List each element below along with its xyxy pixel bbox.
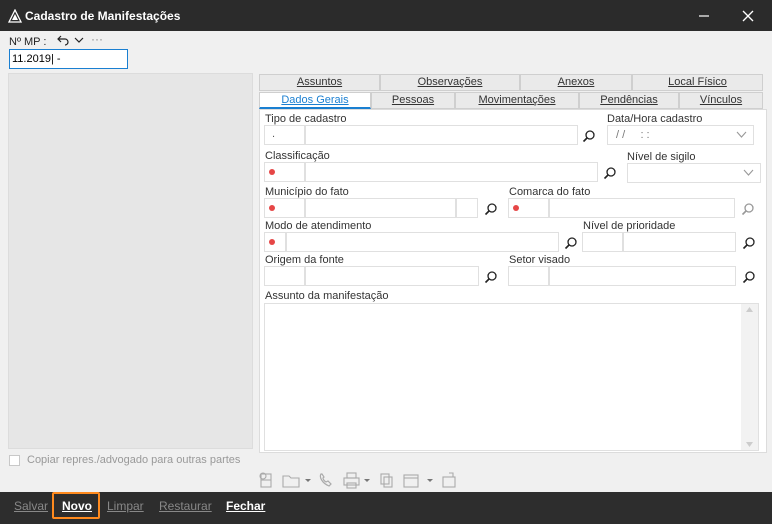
copy-icon[interactable]: [380, 473, 393, 488]
comarca-field[interactable]: [549, 198, 735, 218]
tipo-cadastro-code-value: .: [272, 128, 276, 140]
data-hora-field[interactable]: / / : :: [607, 125, 754, 145]
toolbar-icons: [259, 472, 456, 489]
mp-number-input[interactable]: 11.2019| -: [9, 49, 128, 69]
printer-icon[interactable]: [343, 472, 360, 489]
municipio-field[interactable]: [305, 198, 456, 218]
setor-visado-label: Setor visado: [509, 254, 571, 266]
search-icon[interactable]: [582, 129, 596, 143]
data-hora-value: / / : :: [616, 129, 650, 141]
tipo-cadastro-field[interactable]: [305, 125, 578, 145]
minimize-icon: [699, 15, 709, 17]
tab-dados-gerais[interactable]: Dados Gerais: [259, 92, 371, 109]
tipo-cadastro-label: Tipo de cadastro: [265, 113, 347, 125]
chevron-down-icon[interactable]: [364, 479, 370, 482]
nivel-prioridade-field[interactable]: [623, 232, 736, 252]
classificacao-field[interactable]: [305, 162, 598, 182]
search-icon[interactable]: [742, 270, 756, 284]
search-icon[interactable]: [741, 202, 755, 216]
comarca-label: Comarca do fato: [509, 186, 591, 198]
limpar-button[interactable]: Limpar: [107, 499, 144, 513]
municipio-code-field[interactable]: [264, 198, 305, 218]
copy-representative-checkbox[interactable]: [9, 455, 20, 466]
export-icon[interactable]: [442, 472, 456, 488]
classificacao-code-field[interactable]: [264, 162, 305, 182]
tab-assuntos[interactable]: Assuntos: [259, 74, 380, 91]
comarca-code-field[interactable]: [508, 198, 549, 218]
data-hora-label: Data/Hora cadastro: [607, 113, 703, 125]
tipo-cadastro-code-field[interactable]: .: [264, 125, 305, 145]
tab-vinculos[interactable]: Vínculos: [679, 92, 763, 109]
mp-label: Nº MP :: [9, 36, 47, 48]
tab-pendencias[interactable]: Pendências: [579, 92, 679, 109]
close-icon: [742, 10, 754, 22]
phone-icon[interactable]: [319, 473, 332, 487]
assunto-label: Assunto da manifestação: [265, 290, 389, 302]
more-icon[interactable]: ···: [91, 32, 103, 46]
prioridade-code-field[interactable]: [582, 232, 623, 252]
restaurar-button[interactable]: Restaurar: [159, 499, 212, 513]
search-icon[interactable]: [564, 236, 578, 250]
chevron-down-icon: [736, 131, 747, 138]
required-marker: [269, 239, 275, 245]
search-icon[interactable]: [484, 202, 498, 216]
chevron-down-icon[interactable]: [73, 34, 85, 46]
tab-anexos[interactable]: Anexos: [520, 74, 632, 91]
copy-representative-label: Copiar repres./advogado para outras part…: [27, 454, 241, 466]
tab-movimentacoes[interactable]: Movimentações: [455, 92, 579, 109]
scroll-up-icon[interactable]: [746, 307, 753, 312]
required-marker: [269, 205, 275, 211]
search-icon[interactable]: [742, 236, 756, 250]
novo-button[interactable]: Novo: [62, 499, 92, 513]
municipio-uf-field[interactable]: [456, 198, 478, 218]
assunto-textarea[interactable]: [264, 303, 759, 451]
bottom-action-bar: Salvar Novo Limpar Restaurar Fechar: [0, 492, 772, 524]
origem-code-field[interactable]: [264, 266, 305, 286]
chevron-down-icon: [743, 169, 754, 176]
search-icon[interactable]: [484, 270, 498, 284]
fechar-button[interactable]: Fechar: [226, 499, 265, 513]
modo-atendimento-field[interactable]: [286, 232, 559, 252]
left-panel: [8, 73, 253, 449]
nivel-sigilo-label: Nível de sigilo: [627, 151, 696, 163]
title-bar: Cadastro de Manifestações: [0, 0, 772, 31]
required-marker: [513, 205, 519, 211]
calendar-icon[interactable]: [403, 474, 419, 488]
modo-code-field[interactable]: [264, 232, 286, 252]
setor-visado-field[interactable]: [549, 266, 736, 286]
origem-fonte-field[interactable]: [305, 266, 479, 286]
nivel-sigilo-select[interactable]: [627, 163, 761, 183]
nivel-prioridade-label: Nível de prioridade: [583, 220, 676, 232]
chevron-down-icon[interactable]: [305, 479, 311, 482]
setor-code-field[interactable]: [508, 266, 549, 286]
folder-icon[interactable]: [282, 475, 300, 488]
search-icon[interactable]: [603, 166, 617, 180]
origem-fonte-label: Origem da fonte: [265, 254, 344, 266]
municipio-label: Município do fato: [265, 186, 349, 198]
chevron-down-icon[interactable]: [427, 479, 433, 482]
salvar-button[interactable]: Salvar: [14, 499, 48, 513]
tab-observacoes[interactable]: Observações: [380, 74, 520, 91]
add-document-icon[interactable]: [259, 472, 272, 488]
tab-local-fisico[interactable]: Local Físico: [632, 74, 763, 91]
close-button[interactable]: [738, 6, 758, 26]
assunto-scrollbar[interactable]: [741, 304, 758, 450]
window-title: Cadastro de Manifestações: [25, 9, 181, 23]
tab-pessoas[interactable]: Pessoas: [371, 92, 455, 109]
undo-icon[interactable]: [57, 34, 69, 46]
classificacao-label: Classificação: [265, 150, 330, 162]
modo-atendimento-label: Modo de atendimento: [265, 220, 372, 232]
scroll-down-icon[interactable]: [746, 442, 753, 447]
app-logo-icon: [8, 9, 22, 23]
required-marker: [269, 169, 275, 175]
minimize-button[interactable]: [694, 6, 714, 26]
